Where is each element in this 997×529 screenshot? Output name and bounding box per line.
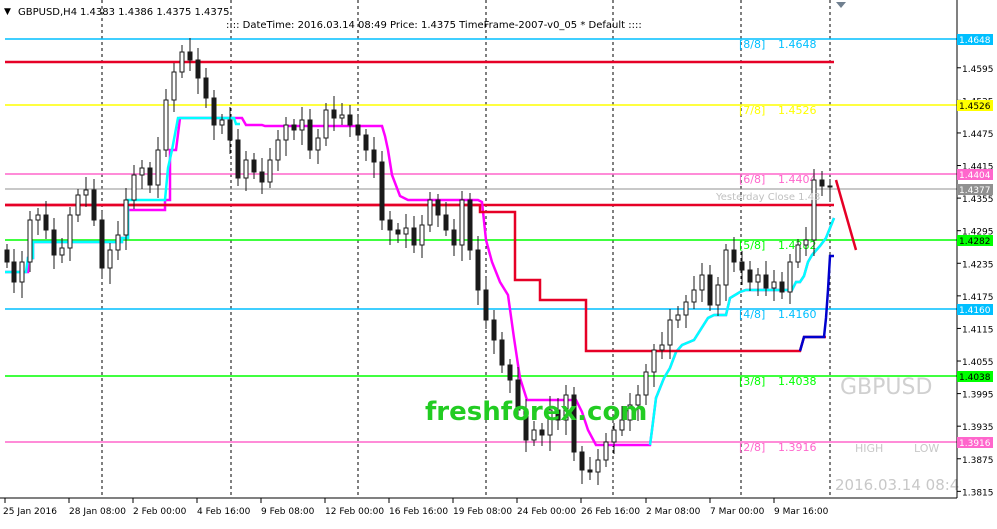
- time-tick-label: 4 Feb 16:00: [197, 507, 251, 517]
- price-tick-label: 1.3935: [962, 423, 994, 433]
- time-tick-label: 9 Mar 16:00: [774, 507, 829, 517]
- price-tick-label: 1.4235: [962, 260, 994, 270]
- time-tick-label: 16 Feb 16:00: [389, 507, 448, 517]
- price-tick-label: 1.4475: [962, 130, 994, 140]
- level-name: [6/8]: [739, 173, 765, 186]
- time-tick-label: 28 Jan 08:00: [69, 507, 126, 517]
- price-axis[interactable]: 1.45951.45351.44751.44151.43551.42951.42…: [957, 65, 994, 499]
- level-price-tag: 1.3916: [959, 439, 991, 449]
- level-name: [3/8]: [739, 375, 765, 388]
- level-name: [4/8]: [739, 308, 765, 321]
- collapse-icon[interactable]: ▼: [4, 7, 11, 17]
- ohlc-values: 1.4383 1.4386 1.4375 1.4375: [80, 7, 230, 18]
- level-name: [8/8]: [739, 38, 765, 51]
- time-tick-label: 19 Feb 08:00: [453, 507, 512, 517]
- time-tick-label: 2 Feb 00:00: [133, 507, 187, 517]
- time-tick-label: 25 Jan 2016: [3, 507, 57, 517]
- level-price-tag: 1.4038: [959, 373, 991, 383]
- time-tick-label: 12 Feb 00:00: [325, 507, 384, 517]
- price-tick-label: 1.4055: [962, 358, 994, 368]
- time-tick-label: 7 Mar 00:00: [710, 507, 765, 517]
- level-price-tag: 1.4526: [959, 102, 991, 112]
- time-tick-label: 9 Feb 08:00: [261, 507, 315, 517]
- datetime-watermark: 2016.03.14 08:4: [835, 476, 959, 494]
- price-tick-label: 1.3995: [962, 391, 994, 401]
- level-name: [5/8]: [739, 239, 765, 252]
- level-price-tag: 1.4160: [959, 306, 991, 316]
- price-tick-label: 1.4115: [962, 325, 994, 335]
- chart-window[interactable]: [8/8] 1.4648 [7/8] 1.4526 [6/8] 1.4404 [5/8] 1.…: [0, 0, 997, 525]
- symbol-label: GBPUSD,H4: [18, 7, 77, 18]
- yesterday-close-label: Yesterday Close 1.43: [715, 192, 820, 203]
- chart-header: ▼ GBPUSD,H4 1.4383 1.4386 1.4375 1.4375 …: [4, 7, 642, 31]
- level-value: 1.3916: [778, 441, 817, 454]
- price-chart[interactable]: [8/8] 1.4648 [7/8] 1.4526 [6/8] 1.4404 [5/8] 1.…: [0, 0, 997, 525]
- level-name: [7/8]: [739, 104, 765, 117]
- time-tick-label: 24 Feb 00:00: [517, 507, 576, 517]
- current-price-tag: 1.4377: [959, 186, 991, 196]
- level-price-tag: 1.4404: [959, 171, 991, 181]
- time-tick-label: 2 Mar 08:00: [646, 507, 701, 517]
- low-label: LOW: [914, 442, 939, 455]
- high-label: HIGH: [855, 442, 883, 455]
- price-tick-label: 1.4175: [962, 293, 994, 303]
- indicator-info: :::: DateTime: 2016.03.14 08:49 Price: 1…: [226, 20, 642, 31]
- watermark: freshforex.com GBPUSD HIGH LOW 2016.03.1…: [425, 192, 959, 494]
- price-tick-label: 1.4595: [962, 65, 994, 75]
- price-tick-label: 1.3815: [962, 488, 994, 498]
- price-tags: 1.4648 1.4526 1.4404 1.4282 1.4160 1.4038 1.39…: [957, 34, 993, 449]
- price-tick-label: 1.4355: [962, 195, 994, 205]
- time-axis[interactable]: 25 Jan 2016 28 Jan 08:00 2 Feb 00:00 4 Feb …: [3, 498, 829, 517]
- level-value: 1.4038: [778, 375, 817, 388]
- symbol-watermark: GBPUSD: [840, 375, 932, 400]
- level-value: 1.4160: [778, 308, 817, 321]
- level-name: [2/8]: [739, 441, 765, 454]
- axes: 1.45951.45351.44751.44151.43551.42951.42…: [0, 0, 994, 517]
- chart-shift-marker-icon[interactable]: [836, 2, 846, 8]
- level-price-tag: 1.4282: [959, 237, 991, 247]
- level-value: 1.4526: [778, 104, 817, 117]
- level-value: 1.4648: [778, 38, 817, 51]
- time-tick-label: 26 Feb 16:00: [581, 507, 640, 517]
- level-price-tag: 1.4648: [959, 36, 991, 46]
- level-value: 1.4404: [778, 173, 817, 186]
- brand-watermark: freshforex.com: [425, 397, 647, 427]
- price-tick-label: 1.3875: [962, 456, 994, 466]
